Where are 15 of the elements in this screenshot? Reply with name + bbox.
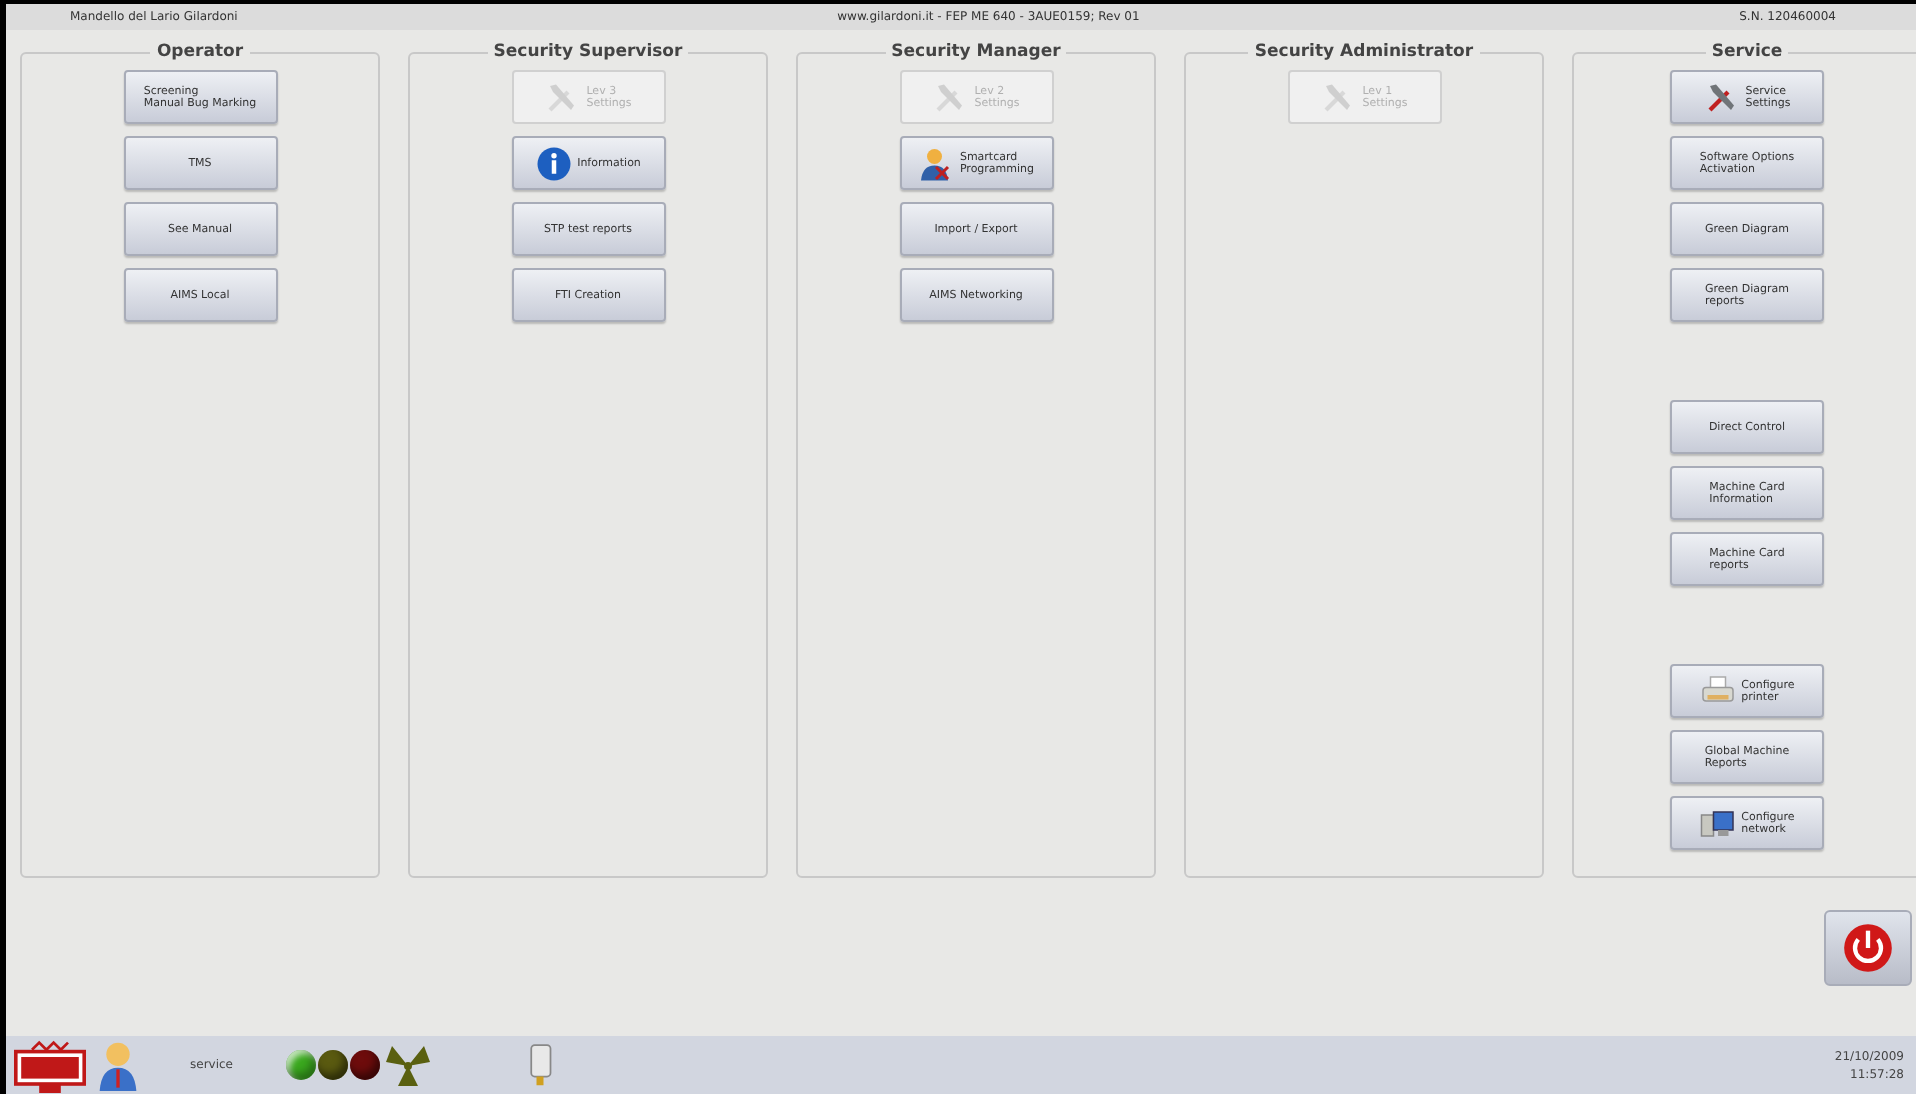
tools-icon — [1703, 79, 1740, 115]
panel-title: Service — [1709, 42, 1785, 62]
user-icon — [98, 1039, 138, 1091]
radiation-icon — [381, 1043, 433, 1087]
logo-icon — [14, 1037, 86, 1093]
panel-title: Security Supervisor — [491, 42, 685, 62]
device-icon — [525, 1041, 553, 1089]
panel-title: Operator — [154, 42, 246, 62]
power-icon — [1842, 922, 1894, 974]
panel-title: Security Administrator — [1252, 42, 1476, 62]
user-icon — [917, 145, 954, 181]
panel-title: Security Manager — [889, 42, 1063, 62]
info-icon — [535, 145, 572, 181]
power-button[interactable] — [1824, 910, 1912, 986]
network-icon — [1699, 805, 1736, 841]
